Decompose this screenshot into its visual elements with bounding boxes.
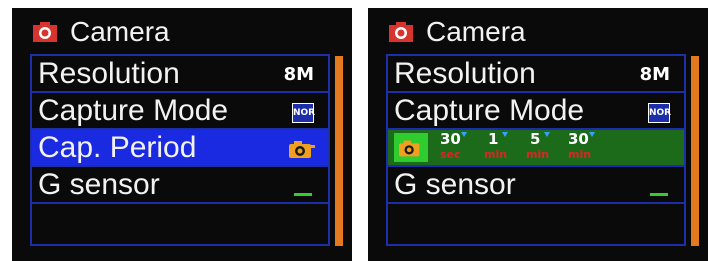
chevron-down-icon (589, 132, 595, 137)
menu-item-label: Capture Mode (38, 94, 229, 127)
menu-item-empty (386, 202, 686, 246)
header-title: Camera (70, 16, 170, 47)
header-title: Camera (426, 16, 526, 47)
capture-mode-badge: NOR (648, 103, 671, 123)
period-option-5-min[interactable]: 5 min (526, 130, 570, 164)
period-options-row[interactable]: 30 sec 1 min 5 min 30 min (386, 128, 686, 167)
period-option-number: 5 (530, 130, 541, 148)
scrollbar[interactable] (335, 56, 343, 246)
chevron-down-icon (502, 132, 508, 137)
menu-item-label: Resolution (394, 57, 536, 90)
period-option-unit: sec (440, 148, 461, 161)
g-sensor-indicator (294, 193, 312, 196)
period-option-number: 30 (568, 130, 589, 148)
chevron-down-icon (461, 132, 467, 137)
menu-item-label: Cap. Period (38, 131, 197, 164)
menu-list: Resolution 8M Capture Mode NOR 30 sec 1 … (386, 54, 686, 260)
capture-period-icon-selected[interactable] (394, 133, 428, 162)
menu-item-capture-mode[interactable]: Capture Mode NOR (30, 91, 330, 130)
camera-menu-panel-left: Camera Resolution 8M Capture Mode NOR Ca… (12, 0, 352, 261)
scrollbar[interactable] (691, 56, 699, 246)
top-strip (12, 0, 352, 8)
menu-item-g-sensor[interactable]: G sensor (386, 165, 686, 204)
capture-mode-badge: NOR (292, 103, 315, 123)
g-sensor-indicator (650, 193, 668, 196)
period-option-unit: min (526, 148, 550, 161)
menu-item-resolution[interactable]: Resolution 8M (30, 54, 330, 93)
menu-item-empty (30, 202, 330, 246)
period-option-30-min[interactable]: 30 min (568, 130, 612, 164)
camera-menu-panel-right: Camera Resolution 8M Capture Mode NOR 30 (368, 0, 708, 261)
menu-item-capture-mode[interactable]: Capture Mode NOR (386, 91, 686, 130)
period-option-number: 1 (488, 130, 499, 148)
menu-item-label: G sensor (38, 168, 160, 201)
camera-icon (32, 21, 58, 43)
menu-item-label: Resolution (38, 57, 180, 90)
menu-list: Resolution 8M Capture Mode NOR Cap. Peri… (30, 54, 330, 260)
period-option-30-sec[interactable]: 30 sec (440, 130, 484, 164)
menu-item-g-sensor[interactable]: G sensor (30, 165, 330, 204)
period-option-unit: min (568, 148, 592, 161)
menu-item-resolution[interactable]: Resolution 8M (386, 54, 686, 93)
period-option-unit: min (484, 148, 508, 161)
period-option-number: 30 (440, 130, 461, 148)
period-option-1-min[interactable]: 1 min (484, 130, 528, 164)
capture-period-icon (288, 139, 316, 159)
top-strip (368, 0, 708, 8)
menu-item-label: Capture Mode (394, 94, 585, 127)
menu-item-label: G sensor (394, 168, 516, 201)
camera-icon (388, 21, 414, 43)
menu-header: Camera (388, 14, 526, 50)
menu-item-value: 8M (639, 64, 670, 85)
menu-item-value: 8M (283, 64, 314, 85)
chevron-down-icon (544, 132, 550, 137)
menu-item-cap-period[interactable]: Cap. Period (30, 128, 330, 167)
menu-header: Camera (32, 14, 170, 50)
